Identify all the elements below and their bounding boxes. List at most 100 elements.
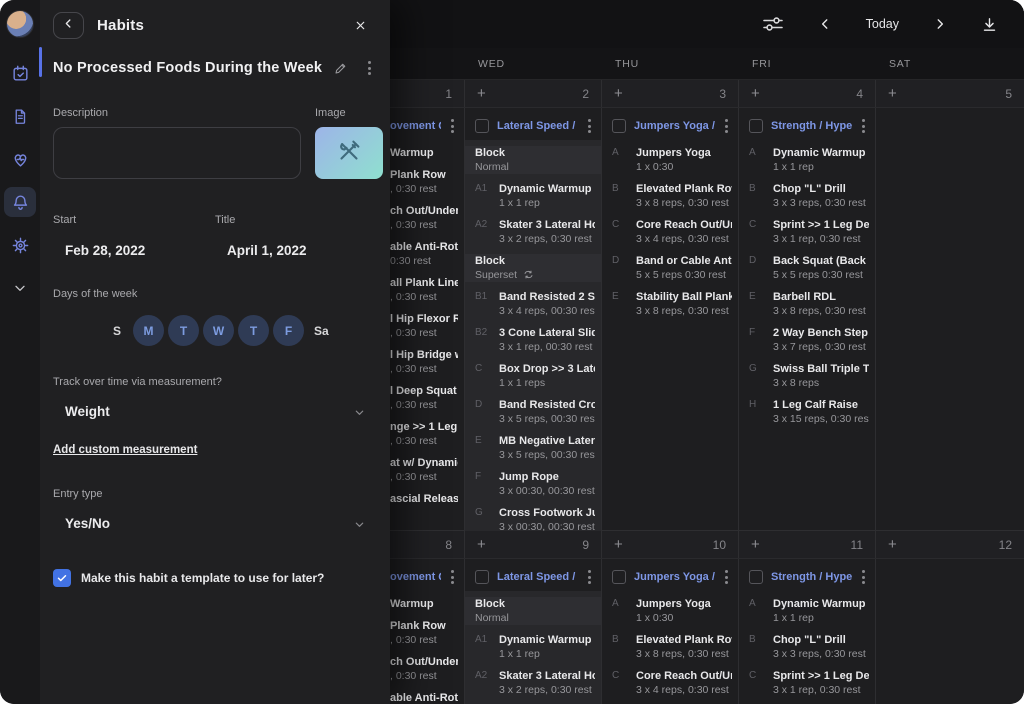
habits-panel: Habits No Processed Foods During the Wee… [40,0,390,704]
workout-title[interactable]: Lateral Speed / Plyo [497,120,578,132]
next-week-button[interactable] [933,17,947,31]
exercise-item: EStability Ball Plank Linear ...3 x 8 re… [602,290,738,318]
template-checkbox-label: Make this habit a template to use for la… [81,571,324,585]
exercise-scheme: 3 x 4 reps, 0:30 rest [636,683,732,697]
kebab-icon[interactable] [449,117,456,135]
exercise-label: B2 [475,326,499,354]
day-cell-10: +10 [601,531,738,558]
day-toggle-m-1[interactable]: M [133,315,164,346]
day-cell-4: +4 [738,80,875,107]
exercise-scheme: 3 x 7 reps, 0:30 rest [773,340,869,354]
user-avatar[interactable] [6,10,34,38]
close-icon[interactable] [350,15,371,36]
day-column-thu: Jumpers Yoga / CoreAJumpers Yoga1 x 0:30… [601,559,738,704]
add-event-button[interactable]: + [477,86,486,101]
block-header: BlockNormal [465,146,601,174]
exercise-scheme: 3 x 8 reps [773,376,869,390]
workout-title[interactable]: Lateral Speed / Plyo [497,571,578,583]
sidebar-expand[interactable] [4,273,36,303]
exercise-item: EBarbell RDL3 x 8 reps, 0:30 rest [739,290,875,318]
start-date-value[interactable]: Feb 28, 2022 [53,243,215,258]
workout-title[interactable]: Jumpers Yoga / Core [634,120,715,132]
add-custom-measurement-link[interactable]: Add custom measurement [53,444,197,456]
kebab-icon[interactable] [723,568,730,586]
day-header-fri: FRI [738,48,875,79]
sidebar-item-health[interactable] [4,144,36,174]
day-toggle-t-2[interactable]: T [168,315,199,346]
day-toggle-sa-6[interactable]: Sa [314,324,329,338]
workout-items: AJumpers Yoga1 x 0:30BElevated Plank Row… [602,140,738,328]
kebab-icon[interactable] [586,568,593,586]
workout-checkbox[interactable] [749,570,763,584]
active-nav-indicator [39,47,42,77]
add-event-button[interactable]: + [888,537,897,552]
exercise-label: C [612,218,636,246]
exercise-info: MB Negative Lateral Hop...3 x 5 reps, 00… [499,434,595,462]
block-title: Block [475,254,595,268]
kebab-icon[interactable] [449,568,456,586]
exercise-scheme: 1 x 1 rep [773,611,869,625]
heart-pulse-icon [11,150,30,169]
workout-title[interactable]: Jumpers Yoga / Core [634,571,715,583]
exercise-name: Barbell RDL [773,290,869,304]
today-button[interactable]: Today [866,17,899,31]
kebab-icon[interactable] [723,117,730,135]
day-column-fri: Strength / Hypertro...ADynamic Warmup1 x… [738,559,875,704]
workout-checkbox[interactable] [612,570,626,584]
day-toggle-s-0[interactable]: S [105,324,129,338]
exercise-label: C [749,218,773,246]
workout-title[interactable]: Strength / Hypertro... [771,571,852,583]
workout-checkbox[interactable] [475,570,489,584]
day-toggle-w-3[interactable]: W [203,315,234,346]
workout-checkbox[interactable] [612,119,626,133]
habit-image-tile[interactable] [315,127,383,179]
workout-title[interactable]: ovement Q... [390,120,441,132]
exercise-info: Chop "L" Drill3 x 3 reps, 0:30 rest [773,182,869,210]
exercise-info: able Anti-Rotati...0:30 rest [390,691,458,704]
add-event-button[interactable]: + [888,86,897,101]
workout-checkbox[interactable] [749,119,763,133]
add-event-button[interactable]: + [751,537,760,552]
exercise-scheme: 3 x 15 reps, 0:30 rest [773,412,869,426]
calendar-week-1: +1+2+3+4+5ovement Q...WarmupPlank Row, 0… [327,80,1024,530]
block-title: Block [475,597,595,611]
sidebar-item-notifications[interactable] [4,187,36,217]
sidebar-item-documents[interactable] [4,101,36,131]
workout-title[interactable]: Strength / Hypertro... [771,120,852,132]
entry-type-select[interactable]: Yes/No [53,515,377,533]
workout-title[interactable]: ovement Q... [390,571,441,583]
add-event-button[interactable]: + [751,86,760,101]
workout-checkbox[interactable] [475,119,489,133]
exercise-info: Warmup [390,146,458,160]
kebab-icon[interactable] [860,117,867,135]
sidebar-item-calendar[interactable] [4,58,36,88]
exercise-name: Jump Rope [499,470,595,484]
week-columns: ovement Q...WarmupPlank Row, 0:30 restch… [327,559,1024,704]
kebab-icon[interactable] [586,117,593,135]
day-column-sat [875,108,1024,544]
previous-week-button[interactable] [818,17,832,31]
exercise-info: Skater 3 Lateral Hops >> ...3 x 2 reps, … [499,218,595,246]
pencil-icon[interactable] [332,59,350,77]
day-number: 1 [445,87,452,101]
week-columns: ovement Q...WarmupPlank Row, 0:30 restch… [327,108,1024,544]
filter-sliders-icon[interactable] [762,16,784,32]
day-toggle-t-4[interactable]: T [238,315,269,346]
template-checkbox[interactable] [53,569,71,587]
kebab-icon[interactable] [860,568,867,586]
calendar-grid: WED THU FRI SAT +1+2+3+4+5ovement Q...Wa… [327,48,1024,704]
kebab-icon[interactable] [366,59,373,77]
add-event-button[interactable]: + [614,86,623,101]
day-toggle-f-5[interactable]: F [273,315,304,346]
exercise-label: E [749,290,773,318]
back-button[interactable] [53,12,84,39]
exercise-name: able Anti-Rotati... [390,691,458,704]
add-event-button[interactable]: + [477,537,486,552]
measurement-select[interactable]: Weight [53,403,377,421]
download-icon[interactable] [981,16,998,33]
end-date-value[interactable]: April 1, 2022 [215,243,377,258]
sidebar-item-settings[interactable] [4,230,36,260]
description-input[interactable] [53,127,301,179]
workout-card-header: Lateral Speed / Plyo [465,108,601,140]
add-event-button[interactable]: + [614,537,623,552]
